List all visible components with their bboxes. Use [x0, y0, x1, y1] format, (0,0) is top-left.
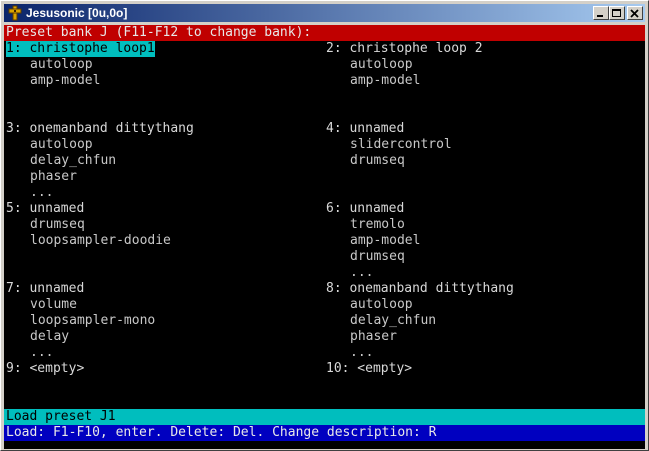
preset-module: amp-model: [350, 73, 421, 88]
preset-module: autoloop: [350, 57, 413, 72]
preset-label[interactable]: 1: christophe loop1: [6, 41, 155, 57]
preset-slot[interactable]: 3: onemanband dittythang autoloop delay_ch…: [6, 121, 326, 201]
status-line: Load preset J1: [4, 409, 645, 425]
preset-slot[interactable]: 2: christophe loop 2 autoloop amp-model: [326, 41, 646, 89]
preset-module: autoloop: [30, 57, 93, 72]
preset-label[interactable]: 2: christophe loop 2: [326, 41, 483, 57]
minimize-button[interactable]: [593, 6, 609, 20]
preset-label[interactable]: 8: onemanband dittythang: [326, 281, 514, 297]
preset-module: drumseq: [350, 153, 405, 168]
preset-slot[interactable]: 10: <empty>: [326, 361, 646, 377]
preset-module: autoloop: [30, 137, 93, 152]
preset-module: ...: [350, 265, 374, 280]
preset-module: loopsampler-mono: [30, 313, 156, 328]
preset-module: delay: [30, 329, 70, 344]
help-line: Load: F1-F10, enter. Delete: Del. Change…: [4, 425, 645, 441]
preset-label[interactable]: 7: unnamed: [6, 281, 84, 297]
preset-module: ...: [350, 345, 374, 360]
preset-label[interactable]: 5: unnamed: [6, 201, 84, 217]
close-button[interactable]: [627, 6, 643, 20]
cross-icon[interactable]: [7, 5, 23, 21]
preset-module: amp-model: [30, 73, 101, 88]
preset-module: phaser: [30, 169, 77, 184]
preset-module: drumseq: [30, 217, 85, 232]
close-icon: [630, 9, 639, 18]
app-window: Jesusonic [0u,0o] Preset bank J (F11-F12…: [0, 0, 649, 451]
preset-module: ...: [30, 345, 54, 360]
minimize-icon: [597, 15, 603, 17]
preset-bank-header: Preset bank J (F11-F12 to change bank):: [4, 25, 645, 41]
preset-slot[interactable]: 6: unnamed tremolo amp-model drumseq...: [326, 201, 646, 281]
preset-module: ...: [30, 185, 54, 200]
preset-module: delay_chfun: [30, 153, 117, 168]
preset-module: delay_chfun: [350, 313, 437, 328]
preset-module: amp-model: [350, 233, 421, 248]
preset-module: slidercontrol: [350, 137, 452, 152]
preset-slot[interactable]: 7: unnamed volume loopsampler-mono delay...: [6, 281, 326, 361]
preset-slot[interactable]: 4: unnamed slidercontrol drumseq: [326, 121, 646, 169]
preset-module: drumseq: [350, 249, 405, 264]
preset-slot[interactable]: 1: christophe loop1 autoloop amp-model: [6, 41, 326, 89]
preset-module: autoloop: [350, 297, 413, 312]
preset-module: volume: [30, 297, 77, 312]
preset-label[interactable]: 4: unnamed: [326, 121, 404, 137]
preset-module: tremolo: [350, 217, 405, 232]
preset-module: phaser: [350, 329, 397, 344]
terminal-area[interactable]: Preset bank J (F11-F12 to change bank): …: [4, 25, 645, 449]
maximize-icon: [612, 9, 621, 17]
preset-slot[interactable]: 9: <empty>: [6, 361, 326, 377]
preset-label[interactable]: 10: <empty>: [326, 361, 412, 377]
preset-module: loopsampler-doodie: [30, 233, 171, 248]
preset-slot[interactable]: 5: unnamed drumseq loopsampler-doodie: [6, 201, 326, 249]
title-bar[interactable]: Jesusonic [0u,0o]: [4, 4, 645, 22]
preset-label[interactable]: 9: <empty>: [6, 361, 84, 377]
window-title: Jesusonic [0u,0o]: [26, 6, 128, 20]
preset-label[interactable]: 6: unnamed: [326, 201, 404, 217]
maximize-button[interactable]: [609, 6, 625, 20]
preset-label[interactable]: 3: onemanband dittythang: [6, 121, 194, 137]
preset-slot[interactable]: 8: onemanband dittythang autoloop delay_ch…: [326, 281, 646, 361]
